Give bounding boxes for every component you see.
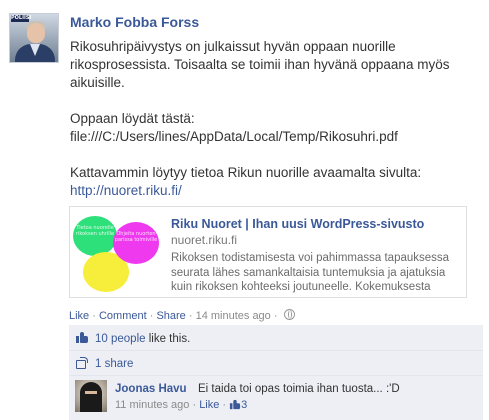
- post-message: Rikosuhripäivystys on julkaissut hyvän o…: [70, 38, 480, 200]
- share-link[interactable]: Share: [156, 310, 185, 322]
- avatar-veil: [80, 382, 102, 412]
- comment-timestamp[interactable]: 11 minutes ago: [115, 399, 189, 411]
- comment-item: Joonas Havu Ei taida toi opas toimia iha…: [69, 376, 483, 420]
- avatar-head: [27, 23, 45, 43]
- link-preview-title[interactable]: Riku Nuoret | Ihan uusi WordPress-sivust…: [171, 217, 424, 231]
- link-preview-domain: nuoret.riku.fi: [171, 233, 238, 247]
- comment-like-thumb-icon: [230, 399, 241, 410]
- commenter-avatar[interactable]: [75, 380, 107, 412]
- globe-icon[interactable]: [283, 309, 295, 320]
- avatar-badge: POLIISI: [11, 15, 32, 22]
- link-preview-card[interactable]: Tietoa nuorelle rikoksen uhrille Ohjeita…: [69, 206, 467, 298]
- separator: ·: [189, 399, 200, 411]
- likes-suffix: like this.: [145, 333, 191, 345]
- separator: ·: [219, 399, 230, 411]
- separator: ·: [270, 310, 281, 322]
- post-actions-bar: Like · Comment · Share · 14 minutes ago …: [69, 309, 295, 322]
- post-timestamp[interactable]: 14 minutes ago: [196, 310, 271, 322]
- commenter-name[interactable]: Joonas Havu: [115, 383, 187, 395]
- link-preview-description: Rikoksen todistamisesta voi pahimmassa t…: [171, 252, 450, 293]
- likes-summary: 10 people like this.: [95, 333, 190, 345]
- post-link[interactable]: http://nuoret.riku.fi/: [70, 183, 182, 198]
- thumbnail-circle-pink: Ohjeita nuorten parissa toimiville: [113, 222, 159, 264]
- link-preview-thumbnail[interactable]: Tietoa nuorelle rikoksen uhrille Ohjeita…: [71, 210, 161, 296]
- separator: ·: [146, 310, 157, 322]
- comment-meta: 11 minutes ago · Like · 3: [115, 399, 247, 411]
- shares-row: 1 share: [69, 351, 483, 376]
- share-icon: [76, 357, 88, 369]
- likes-row: 10 people like this.: [69, 325, 483, 351]
- post-author-name[interactable]: Marko Fobba Forss: [70, 14, 199, 30]
- separator: ·: [185, 310, 196, 322]
- post-paragraph-2: Oppaan löydät tästä: file:///C:/Users/li…: [70, 111, 398, 144]
- feedback-panel: 10 people like this. 1 share Joonas Havu…: [69, 325, 483, 420]
- like-thumb-icon: [76, 332, 88, 343]
- like-link[interactable]: Like: [69, 310, 89, 322]
- post-avatar[interactable]: POLIISI: [9, 13, 59, 63]
- separator: ·: [89, 310, 99, 322]
- avatar-eyes: [85, 391, 97, 394]
- comment-like-count[interactable]: 3: [241, 399, 247, 411]
- comment-text: Ei taida toi opas toimia ihan tuosta... …: [198, 383, 400, 395]
- thumbnail-circle-green: Tietoa nuorelle rikoksen uhrille: [73, 216, 117, 256]
- shares-link[interactable]: 1 share: [95, 358, 133, 370]
- comment-link[interactable]: Comment: [99, 310, 147, 322]
- post-paragraph-1: Rikosuhripäivystys on julkaissut hyvän o…: [70, 39, 450, 90]
- likers-link[interactable]: 10 people: [95, 333, 146, 345]
- comment-like-link[interactable]: Like: [199, 399, 219, 411]
- post-paragraph-3: Kattavammin löytyy tietoa Rikun nuorille…: [70, 165, 422, 180]
